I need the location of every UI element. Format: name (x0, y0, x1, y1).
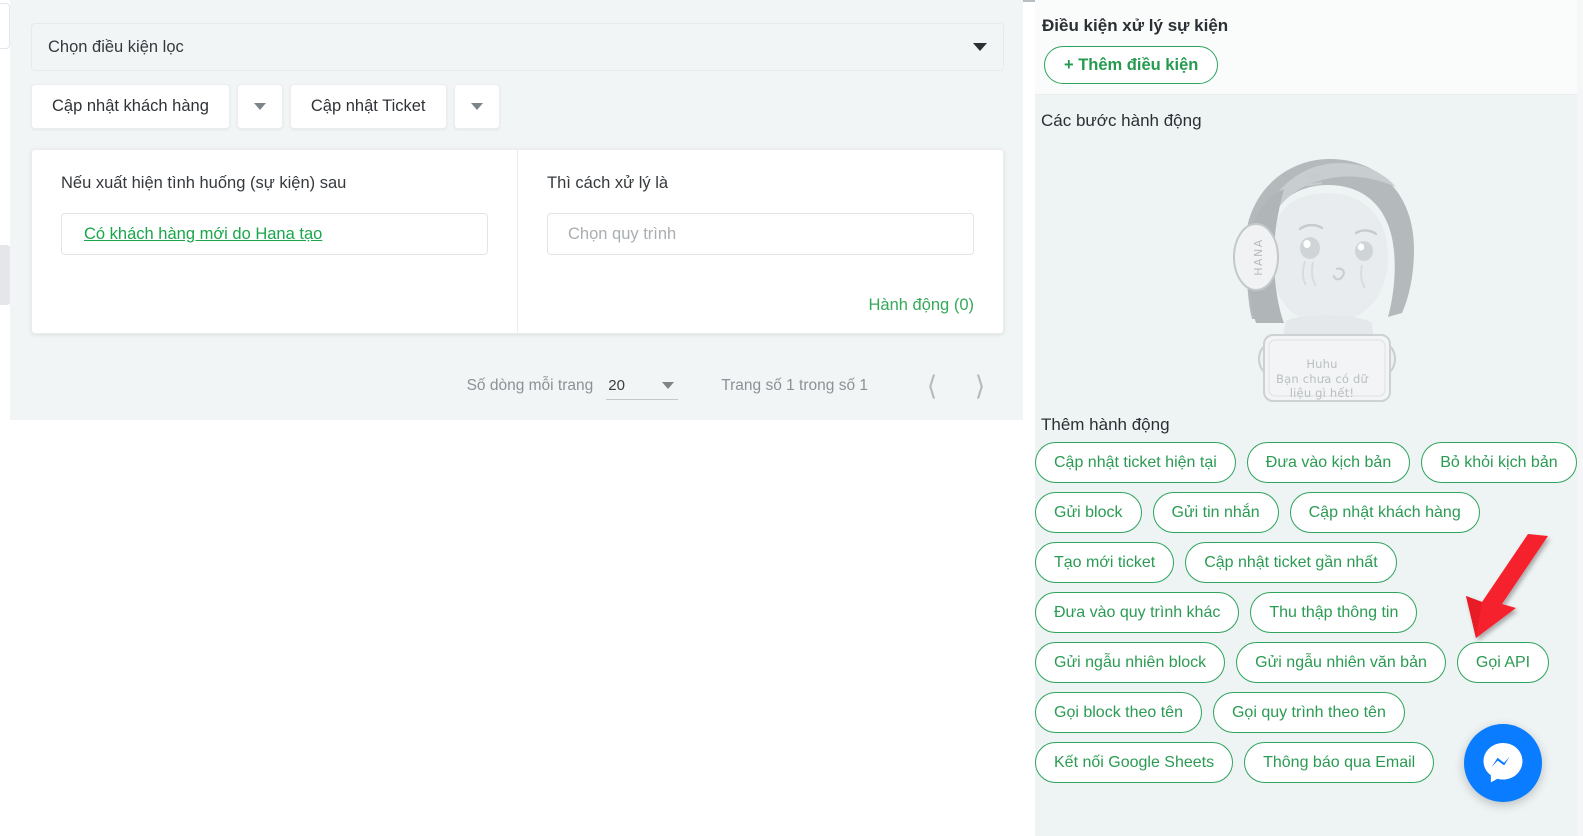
chevron-down-icon (470, 103, 483, 110)
action-chip[interactable]: Cập nhật ticket gần nhất (1185, 542, 1397, 583)
rule-event-value-label: Có khách hàng mới do Hana tạo (84, 224, 323, 243)
add-condition-button[interactable]: + Thêm điều kiện (1044, 46, 1219, 84)
window-right-edge (1577, 0, 1583, 836)
chip-row: Đưa vào quy trình khác Thu thập thông tin (1035, 592, 1583, 633)
action-button-row: Cập nhật khách hàng Cập nhật Ticket (31, 84, 500, 129)
rule-card: Nếu xuất hiện tình huống (sự kiện) sau C… (31, 149, 1004, 334)
action-chip[interactable]: Cập nhật ticket hiện tại (1035, 442, 1236, 483)
filter-condition-label: Chọn điều kiện lọc (48, 37, 184, 56)
chip-row: Gửi block Gửi tin nhắn Cập nhật khách hàng (1035, 492, 1583, 533)
update-ticket-dropdown-button[interactable] (453, 84, 500, 129)
action-chip[interactable]: Gửi block (1035, 492, 1142, 533)
event-handler-panel: Điều kiện xử lý sự kiện + Thêm điều kiện… (1035, 0, 1583, 836)
action-chip[interactable]: Gửi ngẫu nhiên block (1035, 642, 1226, 683)
update-customer-dropdown-button[interactable] (236, 84, 283, 129)
action-count-link[interactable]: Hành động (0) (869, 296, 975, 315)
add-action-title: Thêm hành động (1041, 415, 1170, 434)
left-workspace: Chọn điều kiện lọc Cập nhật khách hàng C… (0, 0, 1023, 836)
chevron-left-icon[interactable]: ⟨ (908, 362, 956, 410)
action-chip[interactable]: Gửi tin nhắn (1152, 492, 1279, 533)
left-edge-drawer-handle[interactable] (0, 245, 10, 305)
action-chip[interactable]: Kết nối Google Sheets (1035, 742, 1234, 783)
rows-per-page-select[interactable]: 20 (606, 372, 679, 400)
action-chip[interactable]: Gửi ngẫu nhiên văn bản (1236, 642, 1446, 683)
process-select-placeholder: Chọn quy trình (568, 224, 677, 243)
svg-text:HANA: HANA (1252, 238, 1265, 276)
filter-condition-select[interactable]: Chọn điều kiện lọc (31, 23, 1004, 71)
update-ticket-button[interactable]: Cập nhật Ticket (289, 84, 447, 129)
chip-row: Cập nhật ticket hiện tại Đưa vào kịch bản… (1035, 442, 1583, 483)
action-chip[interactable]: Gọi API (1456, 642, 1550, 683)
rows-per-page-value: 20 (608, 377, 625, 394)
rule-event-value-button[interactable]: Có khách hàng mới do Hana tạo (61, 213, 488, 255)
chevron-right-icon[interactable]: ⟩ (956, 362, 1004, 410)
chevron-down-icon (253, 103, 266, 110)
rule-handler-title: Thì cách xử lý là (547, 174, 669, 192)
action-chip[interactable]: Đưa vào quy trình khác (1035, 592, 1240, 633)
messenger-icon (1483, 743, 1523, 783)
empty-state-caption-line1: Huhu (1306, 356, 1338, 371)
process-select-input[interactable]: Chọn quy trình (547, 213, 974, 255)
action-steps-title: Các bước hành động (1041, 111, 1202, 130)
action-chip[interactable]: Đưa vào kịch bản (1246, 442, 1411, 483)
action-chip[interactable]: Tạo mới ticket (1035, 542, 1175, 583)
chevron-down-icon (662, 382, 675, 389)
chip-row: Gửi ngẫu nhiên block Gửi ngẫu nhiên văn b… (1035, 642, 1583, 683)
pagination-bar: Số dòng mỗi trang 20 Trang số 1 trong số… (31, 355, 1004, 417)
chevron-down-icon (973, 43, 987, 51)
rule-event-column: Nếu xuất hiện tình huống (sự kiện) sau C… (32, 150, 518, 333)
left-edge-collapse-tab[interactable] (0, 3, 10, 49)
page-status-text: Trang số 1 trong số 1 (721, 377, 868, 394)
rows-per-page-label: Số dòng mỗi trang (466, 377, 594, 394)
empty-state-illustration: HANA Huhu Bạn chưa có dữ liệu gì hết! (1212, 145, 1432, 403)
rule-event-title: Nếu xuất hiện tình huống (sự kiện) sau (61, 174, 347, 192)
action-chip[interactable]: Cập nhật khách hàng (1289, 492, 1480, 533)
rule-handler-column: Thì cách xử lý là Chọn quy trình Hành độ… (518, 150, 1003, 333)
action-chip[interactable]: Gọi quy trình theo tên (1212, 692, 1405, 733)
update-customer-button[interactable]: Cập nhật khách hàng (31, 84, 230, 129)
empty-state-caption-line2: Bạn chưa có dữ (1276, 371, 1368, 386)
messenger-chat-button[interactable] (1464, 724, 1542, 802)
action-chip[interactable]: Thông báo qua Email (1244, 742, 1435, 783)
condition-section-title: Điều kiện xử lý sự kiện (1042, 16, 1229, 35)
empty-state-caption-line3: liệu gì hết! (1289, 386, 1355, 401)
action-chip[interactable]: Gọi block theo tên (1035, 692, 1202, 733)
chip-row: Tạo mới ticket Cập nhật ticket gần nhất (1035, 542, 1583, 583)
action-chip[interactable]: Thu thập thông tin (1250, 592, 1418, 633)
empty-state-caption: Huhu Bạn chưa có dữ liệu gì hết! (1246, 357, 1398, 401)
action-chip[interactable]: Bỏ khỏi kịch bản (1421, 442, 1577, 483)
